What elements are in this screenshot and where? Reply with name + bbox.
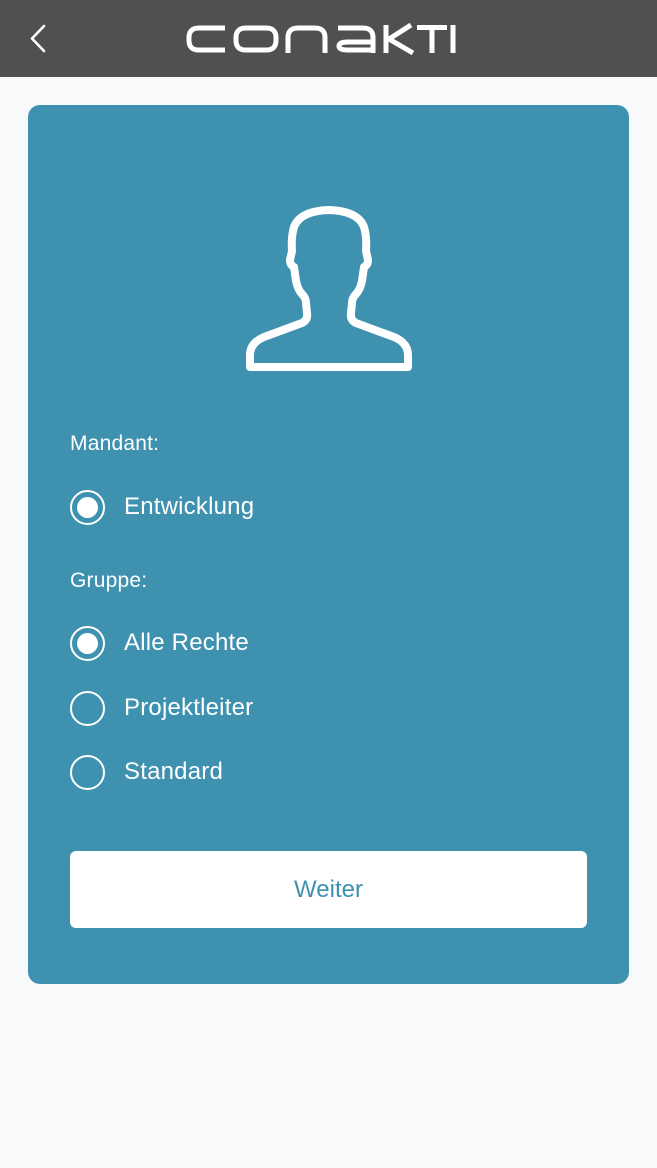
radio-gruppe-standard[interactable]: Standard [70,752,530,792]
top-app-bar [0,0,657,77]
radio-unselected-icon[interactable] [70,690,105,726]
radio-mandant-entwicklung[interactable]: Entwicklung [70,487,530,527]
weiter-button[interactable]: Weiter [70,851,587,928]
user-silhouette-icon [246,206,412,371]
radio-label: Entwicklung [124,493,255,520]
mandant-label: Mandant: [70,432,160,455]
conaktiv-logo [186,22,456,56]
radio-selected-icon[interactable] [70,625,105,661]
back-button[interactable] [22,19,58,59]
chevron-left-icon [30,24,46,53]
radio-gruppe-alle-rechte[interactable]: Alle Rechte [70,623,530,663]
user-settings-card: Mandant: Entwicklung Gruppe: Alle Rechte… [28,105,629,984]
radio-selected-icon[interactable] [70,489,105,525]
radio-unselected-icon[interactable] [70,754,105,790]
radio-label: Alle Rechte [124,629,249,656]
radio-gruppe-projektleiter[interactable]: Projektleiter [70,688,530,728]
radio-label: Projektleiter [124,694,254,721]
gruppe-label: Gruppe: [70,569,148,592]
radio-label: Standard [124,758,224,785]
